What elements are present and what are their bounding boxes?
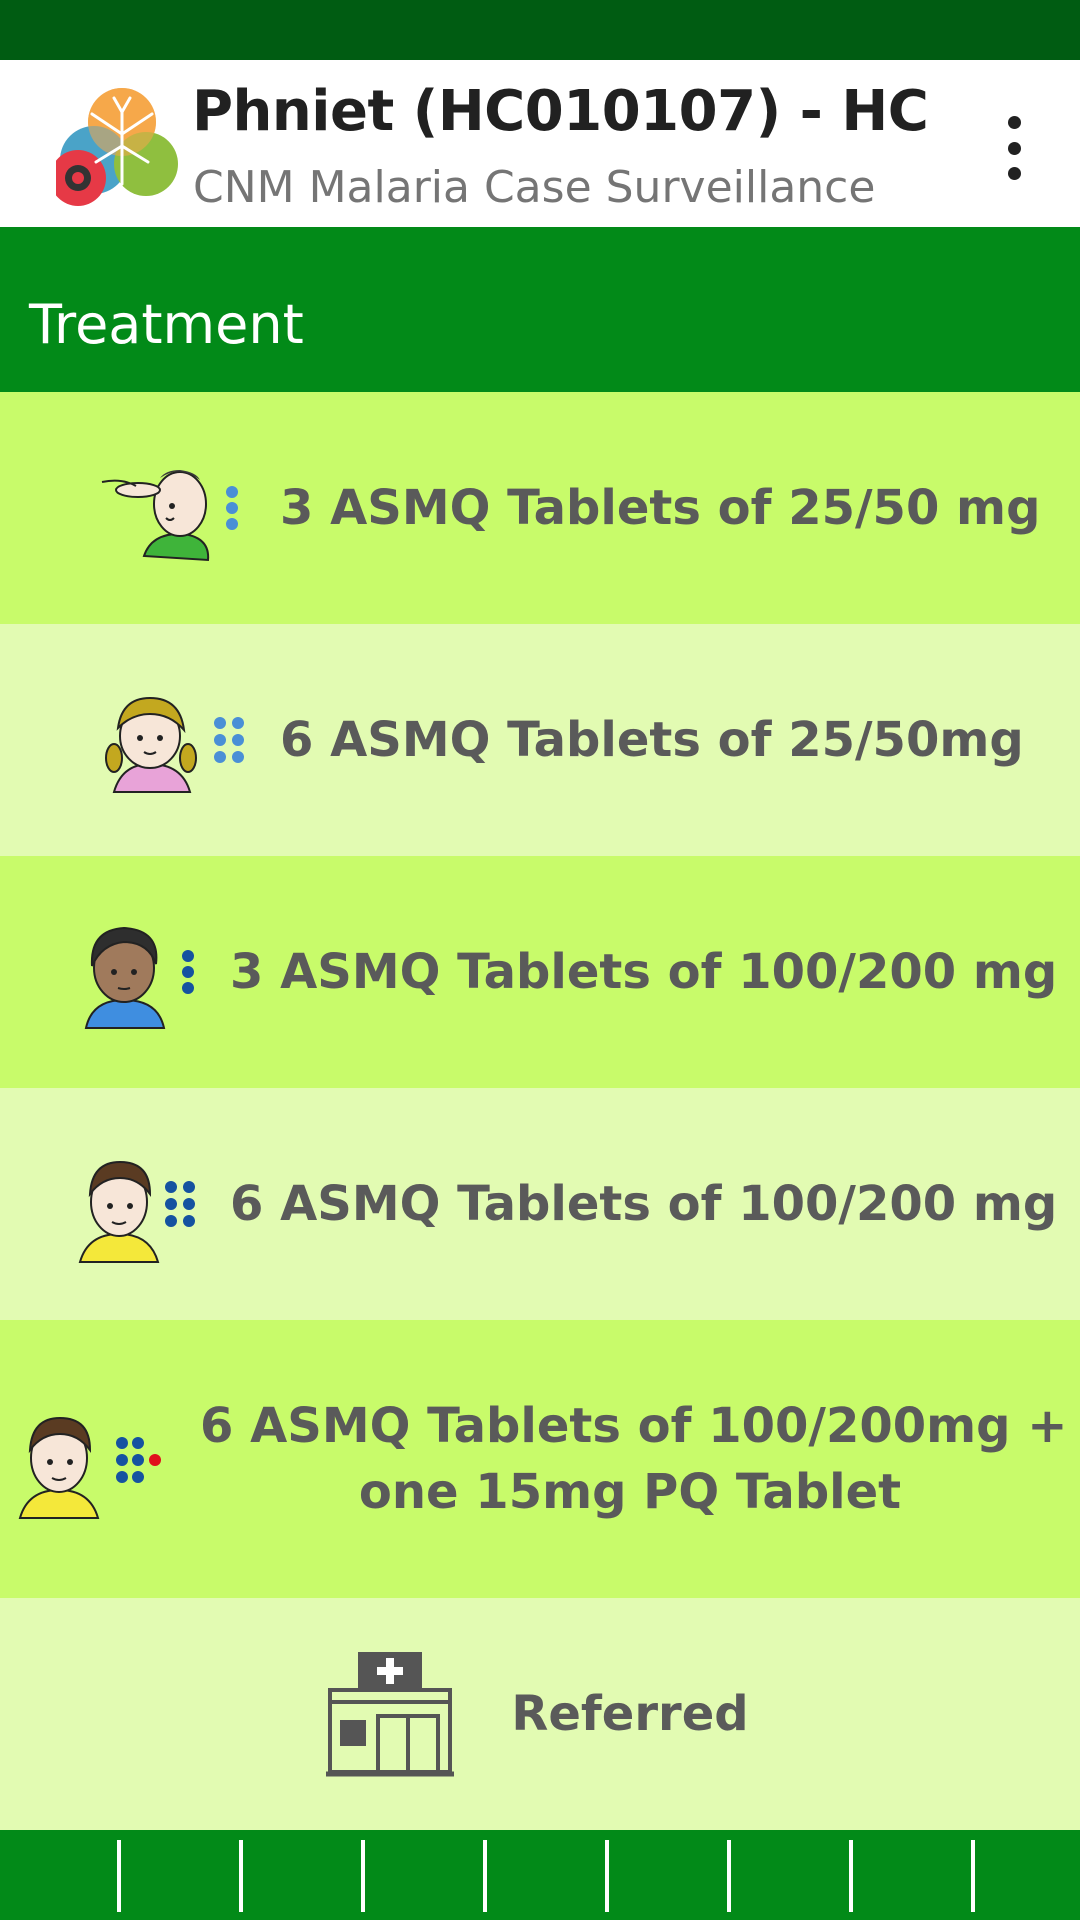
older-child-icon [78, 1160, 160, 1263]
option-label: 3 ASMQ Tablets of 100/200 mg [230, 944, 1058, 1000]
bottom-tick [239, 1840, 243, 1912]
option-child-dose[interactable]: 3 ASMQ Tablets of 100/200 mg [0, 856, 1080, 1088]
infant-icon [101, 470, 210, 562]
bottom-tick [849, 1840, 853, 1912]
option-referred[interactable]: Referred [0, 1598, 1080, 1830]
toddler-girl-icon [105, 696, 197, 793]
option-older-child-dose[interactable]: 6 ASMQ Tablets of 100/200 mg [0, 1088, 1080, 1320]
bottom-tick [361, 1840, 365, 1912]
overflow-menu-icon[interactable] [990, 116, 1038, 180]
health-center-icon [326, 1652, 454, 1777]
status-bar [0, 0, 1080, 60]
option-label-line2: one 15mg PQ Tablet [358, 1464, 902, 1520]
bottom-tick [483, 1840, 487, 1912]
six-dots-icon [214, 717, 244, 763]
bottom-tick [605, 1840, 609, 1912]
bottom-tick [727, 1840, 731, 1912]
malaria-logo-icon [56, 88, 178, 206]
option-label-line1: 6 ASMQ Tablets of 100/200mg + [200, 1398, 1068, 1454]
option-infant-dose[interactable]: 3 ASMQ Tablets of 25/50 mg [0, 392, 1080, 624]
option-toddler-dose[interactable]: 6 ASMQ Tablets of 25/50mg [0, 624, 1080, 856]
option-label: 3 ASMQ Tablets of 25/50 mg [280, 480, 1041, 536]
three-dots-icon [226, 486, 238, 530]
three-dots-icon [182, 950, 194, 994]
option-label: Referred [511, 1686, 749, 1742]
adult-icon [18, 1416, 100, 1519]
option-label: 6 ASMQ Tablets of 100/200 mg [230, 1176, 1058, 1232]
option-adult-dose[interactable]: 6 ASMQ Tablets of 100/200mg + one 15mg P… [0, 1320, 1080, 1598]
app-title: Phniet (HC010107) - HC [192, 79, 929, 144]
bottom-bar [0, 1830, 1080, 1920]
child-icon [84, 926, 166, 1029]
app-subtitle: CNM Malaria Case Surveillance [193, 162, 876, 213]
six-dots-plus-red-icon [116, 1437, 161, 1483]
app-bar: Phniet (HC010107) - HC CNM Malaria Case … [0, 60, 1080, 227]
option-label: 6 ASMQ Tablets of 25/50mg [280, 712, 1024, 768]
six-dots-icon [165, 1181, 195, 1227]
section-header: Treatment [0, 227, 1080, 392]
bottom-tick [117, 1840, 121, 1912]
section-title: Treatment [29, 293, 304, 356]
bottom-tick [971, 1840, 975, 1912]
